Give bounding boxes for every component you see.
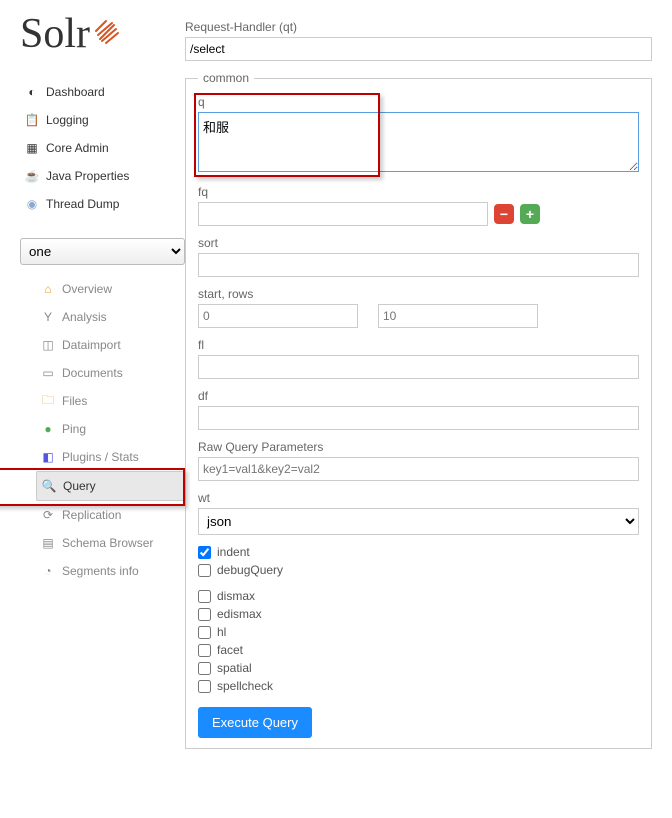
- thread-icon: ◉: [24, 196, 40, 212]
- spatial-checkbox[interactable]: [198, 662, 211, 675]
- indent-checkbox[interactable]: [198, 546, 211, 559]
- nav-logging[interactable]: 📋Logging: [20, 106, 185, 134]
- hl-checkbox[interactable]: [198, 626, 211, 639]
- fq-label: fq: [198, 185, 639, 199]
- execute-query-button[interactable]: Execute Query: [198, 707, 312, 738]
- main-nav: ◐Dashboard 📋Logging ▦Core Admin ☕Java Pr…: [20, 78, 185, 218]
- replication-icon: ⟳: [40, 507, 56, 523]
- logging-icon: 📋: [24, 112, 40, 128]
- q-input[interactable]: 和服: [198, 112, 639, 172]
- fq-remove-button[interactable]: −: [494, 204, 514, 224]
- core-admin-icon: ▦: [24, 140, 40, 156]
- common-fieldset: common q 和服 fq − + sort start, rows: [185, 71, 652, 749]
- hl-label: hl: [217, 625, 226, 639]
- core-selector[interactable]: one: [20, 238, 185, 265]
- sun-icon: [92, 10, 122, 58]
- nav-dashboard[interactable]: ◐Dashboard: [20, 78, 185, 106]
- subnav-query[interactable]: 🔍Query: [36, 471, 185, 501]
- fq-input[interactable]: [198, 202, 488, 226]
- subnav-analysis[interactable]: YAnalysis: [36, 303, 185, 331]
- dataimport-icon: ◫: [40, 337, 56, 353]
- wt-label: wt: [198, 491, 639, 505]
- facet-label: facet: [217, 643, 243, 657]
- start-input[interactable]: [198, 304, 358, 328]
- q-label: q: [198, 95, 639, 109]
- subnav-ping[interactable]: ●Ping: [36, 415, 185, 443]
- schema-icon: ▤: [40, 535, 56, 551]
- nav-core-admin[interactable]: ▦Core Admin: [20, 134, 185, 162]
- debugquery-checkbox[interactable]: [198, 564, 211, 577]
- fq-add-button[interactable]: +: [520, 204, 540, 224]
- raw-input[interactable]: [198, 457, 639, 481]
- subnav-schema[interactable]: ▤Schema Browser: [36, 529, 185, 557]
- subnav-segments[interactable]: ◔Segments info: [36, 557, 185, 585]
- subnav-dataimport[interactable]: ◫Dataimport: [36, 331, 185, 359]
- subnav-replication[interactable]: ⟳Replication: [36, 501, 185, 529]
- edismax-label: edismax: [217, 607, 262, 621]
- df-input[interactable]: [198, 406, 639, 430]
- nav-java-properties[interactable]: ☕Java Properties: [20, 162, 185, 190]
- analysis-icon: Y: [40, 309, 56, 325]
- fl-input[interactable]: [198, 355, 639, 379]
- indent-label: indent: [217, 545, 250, 559]
- debugquery-label: debugQuery: [217, 563, 283, 577]
- dismax-label: dismax: [217, 589, 255, 603]
- subnav-overview[interactable]: ⌂Overview: [36, 275, 185, 303]
- dashboard-icon: ◐: [24, 84, 40, 100]
- spellcheck-label: spellcheck: [217, 679, 273, 693]
- rows-input[interactable]: [378, 304, 538, 328]
- segments-icon: ◔: [40, 563, 56, 579]
- edismax-checkbox[interactable]: [198, 608, 211, 621]
- sort-input[interactable]: [198, 253, 639, 277]
- subnav-documents[interactable]: ▭Documents: [36, 359, 185, 387]
- subnav-plugins[interactable]: ◧Plugins / Stats: [36, 443, 185, 471]
- spatial-label: spatial: [217, 661, 252, 675]
- qt-label: Request-Handler (qt): [185, 20, 652, 34]
- df-label: df: [198, 389, 639, 403]
- search-icon: 🔍: [41, 478, 57, 494]
- documents-icon: ▭: [40, 365, 56, 381]
- startrows-label: start, rows: [198, 287, 639, 301]
- subnav-files[interactable]: 🗀Files: [36, 387, 185, 415]
- sort-label: sort: [198, 236, 639, 250]
- solr-logo: Solr: [20, 10, 185, 58]
- dismax-checkbox[interactable]: [198, 590, 211, 603]
- core-subnav: ⌂Overview YAnalysis ◫Dataimport ▭Documen…: [20, 275, 185, 585]
- spellcheck-checkbox[interactable]: [198, 680, 211, 693]
- facet-checkbox[interactable]: [198, 644, 211, 657]
- java-icon: ☕: [24, 168, 40, 184]
- plugins-icon: ◧: [40, 449, 56, 465]
- fl-label: fl: [198, 338, 639, 352]
- ping-icon: ●: [40, 421, 56, 437]
- nav-thread-dump[interactable]: ◉Thread Dump: [20, 190, 185, 218]
- home-icon: ⌂: [40, 281, 56, 297]
- files-icon: 🗀: [40, 393, 56, 409]
- raw-label: Raw Query Parameters: [198, 440, 639, 454]
- qt-input[interactable]: [185, 37, 652, 61]
- wt-select[interactable]: json: [198, 508, 639, 535]
- common-legend: common: [198, 71, 254, 85]
